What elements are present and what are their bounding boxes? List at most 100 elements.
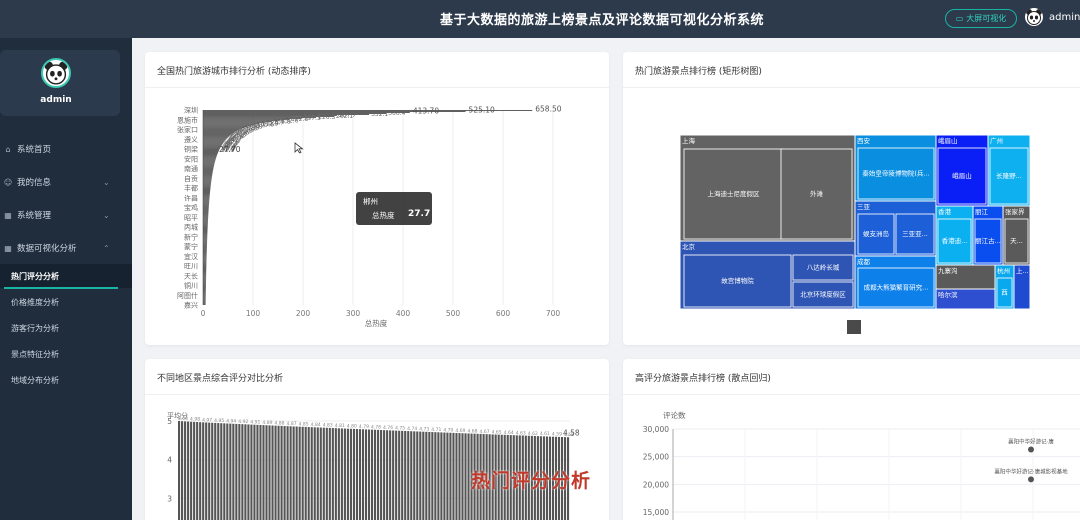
bar-value-label: 4.64 xyxy=(504,430,514,436)
bar xyxy=(203,281,206,283)
submenu-visitor[interactable]: 游客行为分析 xyxy=(0,316,132,340)
bar xyxy=(203,203,210,205)
bar xyxy=(203,227,208,228)
bar xyxy=(203,136,229,138)
bar xyxy=(203,168,214,170)
bar xyxy=(203,244,207,246)
bar xyxy=(203,132,234,134)
bar-value-label: 4.85 xyxy=(299,422,309,428)
y-tick-label: 天长 xyxy=(184,271,198,280)
y-tick-label: 20,000 xyxy=(643,480,669,489)
bar xyxy=(203,267,207,268)
bar xyxy=(203,238,208,240)
bar xyxy=(203,209,209,211)
menu-label: 系统首页 xyxy=(17,145,52,155)
scatter-point-label: 襄阳中华好游记·唐城影视基地 xyxy=(994,467,1068,475)
bar xyxy=(203,212,209,214)
treemap-node-label: 蜈支洲岛 xyxy=(863,229,889,238)
bar xyxy=(203,220,208,222)
bar xyxy=(203,240,208,242)
bar xyxy=(203,278,207,280)
header-user-menu[interactable]: admin xyxy=(1025,8,1080,26)
y-tick-label: 5 xyxy=(167,417,172,426)
submenu-hot-rating[interactable]: 热门评分分析 xyxy=(0,264,132,288)
bar xyxy=(203,163,215,165)
bar xyxy=(203,218,209,220)
x-tick-label: 200 xyxy=(296,309,311,318)
bar xyxy=(202,422,205,520)
bar xyxy=(203,161,215,163)
bar xyxy=(203,195,210,197)
bigscreen-label: 大屏可视化 xyxy=(966,14,1007,23)
bar-value-label: 658.50 xyxy=(535,105,561,114)
x-tick-label: 700 xyxy=(546,309,561,318)
bar xyxy=(428,431,431,520)
y-tick-label: 阿图什 xyxy=(177,291,198,300)
bar xyxy=(301,426,304,520)
bar xyxy=(203,185,211,187)
bar-value-label: 4.83 xyxy=(323,423,333,429)
bar xyxy=(217,423,220,520)
user-icon: ☺ xyxy=(3,177,13,187)
bar xyxy=(203,247,207,249)
system-title: 基于大数据的旅游上榜景点及评论数据可视化分析系统 xyxy=(440,13,765,28)
bar xyxy=(203,266,207,267)
menu-label: 系统管理 xyxy=(17,211,52,221)
bar xyxy=(203,292,206,294)
bar xyxy=(203,153,218,154)
scatter-point-label: 襄阳中华好游记·唐 xyxy=(1008,437,1054,445)
menu-item-visualization[interactable]: ▦ 数据可视化分析 ⌃ xyxy=(0,236,132,260)
bar xyxy=(440,432,443,520)
bigscreen-button[interactable]: ▭ 大屏可视化 xyxy=(945,9,1017,28)
bar xyxy=(203,147,220,149)
bar-value-label: 4.58 xyxy=(563,428,580,437)
bar xyxy=(319,427,322,520)
user-card: admin xyxy=(0,50,120,116)
bar xyxy=(443,432,446,520)
bar-value-label: 4.71 xyxy=(431,427,441,433)
treemap-node-label: 成都大熊猫繁育研究... xyxy=(864,283,929,292)
bar xyxy=(458,433,461,520)
bar-value-label: 4.61 xyxy=(540,431,550,437)
submenu-feature[interactable]: 景点特征分析 xyxy=(0,342,132,366)
submenu-region[interactable]: 地域分布分析 xyxy=(0,368,132,392)
bar xyxy=(203,175,213,177)
bar xyxy=(203,213,209,215)
tooltip-value: 27.7 xyxy=(408,209,431,219)
grid-icon: ▦ xyxy=(4,210,12,220)
bar xyxy=(203,173,213,175)
y-axis-label: 评论数 xyxy=(663,410,686,420)
bar xyxy=(203,271,207,273)
scenic-treemap-chart[interactable]: 上海上海迪士尼度假区 外滩北京故宫博物院 八达岭长城北京环球度假区 西安秦始皇帝陵博物… xyxy=(623,52,1080,345)
bar xyxy=(203,261,207,263)
menu-item-profile[interactable]: ☺ 我的信息 ⌄ xyxy=(0,170,132,194)
menu-item-home[interactable]: ⌂ 系统首页 xyxy=(0,137,132,161)
scenic-treemap-card: 热门旅游景点排行榜 (矩形树图) 上海 上海迪士尼度假区 外滩 北京 故宫博物院 八达岭长… xyxy=(623,52,1080,345)
bar xyxy=(203,170,213,172)
bar xyxy=(203,157,217,159)
bar xyxy=(292,426,295,520)
bar xyxy=(203,224,208,226)
x-tick-label: 100 xyxy=(246,309,261,318)
y-tick-label: 恩施市 xyxy=(177,115,198,124)
bar xyxy=(316,427,319,520)
bar xyxy=(190,421,193,520)
bar-value-label: 4.69 xyxy=(455,428,465,434)
bar xyxy=(203,196,210,198)
bar xyxy=(203,192,210,193)
bar xyxy=(203,154,218,156)
bar-value-label: 4.79 xyxy=(359,424,369,430)
y-tick-label: 宝鸡 xyxy=(184,203,198,212)
bar xyxy=(401,430,404,520)
y-tick-label: 丙城 xyxy=(184,224,198,232)
bar xyxy=(214,422,217,520)
menu-item-system[interactable]: ▦ 系统管理 ⌄ xyxy=(0,203,132,227)
top-header: 基于大数据的旅游上榜景点及评论数据可视化分析系统 ▭ 大屏可视化 admin xyxy=(0,0,1080,38)
treemap-group-label: 成都 xyxy=(857,257,871,266)
submenu-price[interactable]: 价格维度分析 xyxy=(0,290,132,314)
y-tick-label: 昭平 xyxy=(184,214,198,222)
bar xyxy=(203,235,208,237)
bar xyxy=(455,432,458,520)
bar xyxy=(203,300,206,302)
bar-value-label: 4.73 xyxy=(419,427,429,433)
